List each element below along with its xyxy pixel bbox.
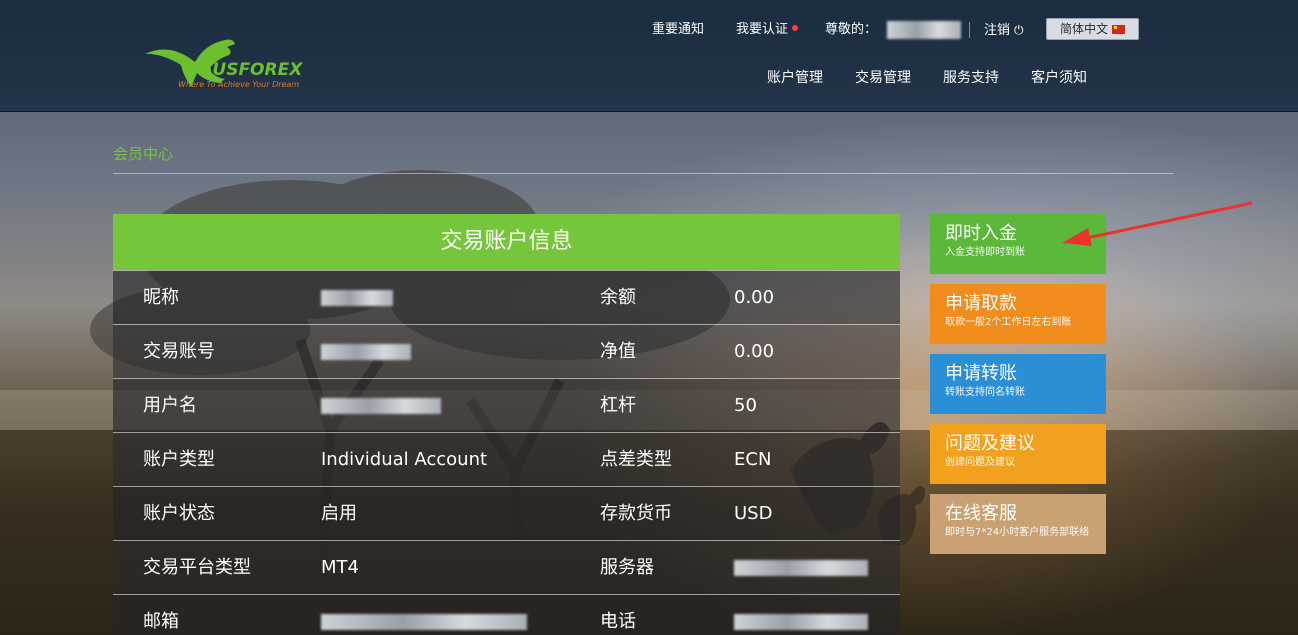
table-row: 昵称 余额 0.00 <box>113 270 900 324</box>
account-info-table: 昵称 余额 0.00 交易账号 净值 0.00 用户名 杠杆 50 账户类型 I… <box>113 270 900 635</box>
button-title: 申请取款 <box>945 293 1017 314</box>
button-title: 问题及建议 <box>945 433 1035 454</box>
row-value-redacted <box>321 325 411 378</box>
row-label: 昵称 <box>143 287 179 308</box>
row-label: 点差类型 <box>600 449 672 470</box>
logo-slogan: Where To Achieve Your Dream <box>178 80 300 89</box>
row-value-redacted <box>321 271 393 324</box>
row-value: 50 <box>734 395 757 416</box>
account-info-panel: 交易账户信息 昵称 余额 0.00 交易账号 净值 0.00 用户名 杠杆 50… <box>113 214 900 635</box>
table-row: 邮箱 电话 <box>113 594 900 635</box>
row-value: 启用 <box>321 503 357 524</box>
greeting: 尊敬的： <box>825 19 962 41</box>
notification-dot-icon <box>792 25 799 31</box>
row-value: USD <box>734 503 773 524</box>
row-label: 净值 <box>600 341 636 362</box>
annotation-arrow-icon <box>1062 201 1253 246</box>
row-label: 交易平台类型 <box>143 557 251 578</box>
row-label: 电话 <box>600 611 636 632</box>
row-label: 杠杆 <box>600 395 636 416</box>
feedback-button[interactable]: 问题及建议 创建问题及建议 <box>930 424 1106 484</box>
breadcrumb[interactable]: 会员中心 <box>113 143 173 164</box>
row-label: 邮箱 <box>143 611 179 632</box>
row-label: 用户名 <box>143 395 197 416</box>
table-row: 交易平台类型 MT4 服务器 <box>113 540 900 594</box>
nav-customer-notice[interactable]: 客户须知 <box>1031 67 1087 89</box>
notice-link[interactable]: 重要通知 <box>652 19 704 41</box>
table-row: 用户名 杠杆 50 <box>113 378 900 432</box>
table-row: 账户状态 启用 存款货币 USD <box>113 486 900 540</box>
china-flag-icon <box>1112 25 1125 34</box>
breadcrumb-divider <box>113 173 1173 174</box>
logo-wordmark: AUSFOREX <box>200 60 303 80</box>
logout-label: 注销 <box>984 23 1011 38</box>
nav-trade-management[interactable]: 交易管理 <box>855 67 911 89</box>
row-label: 存款货币 <box>600 503 672 524</box>
row-value-redacted <box>734 541 868 594</box>
button-subtitle: 转账支持同名转账 <box>945 387 1025 398</box>
verify-link[interactable]: 我要认证 <box>736 19 799 41</box>
logout-link[interactable]: 注销 ⏻ <box>984 19 1024 41</box>
row-value: 0.00 <box>734 341 775 362</box>
language-selector[interactable]: 简体中文 <box>1046 18 1139 40</box>
table-row: 账户类型 Individual Account 点差类型 ECN <box>113 432 900 486</box>
row-value-redacted <box>321 379 441 432</box>
nav-service-support[interactable]: 服务支持 <box>943 67 999 89</box>
greeting-label: 尊敬的： <box>825 22 878 37</box>
panel-title: 交易账户信息 <box>113 214 900 270</box>
row-value: 0.00 <box>734 287 775 308</box>
button-subtitle: 取款一般2个工作日左右到账 <box>945 317 1072 328</box>
row-value: Individual Account <box>321 449 488 470</box>
divider <box>969 22 970 38</box>
online-support-button[interactable]: 在线客服 即时与7*24小时客户服务部联络 <box>930 494 1106 554</box>
transfer-button[interactable]: 申请转账 转账支持同名转账 <box>930 354 1106 414</box>
row-label: 余额 <box>600 287 636 308</box>
language-label: 简体中文 <box>1059 22 1108 36</box>
table-row: 交易账号 净值 0.00 <box>113 324 900 378</box>
row-label: 账户状态 <box>143 503 215 524</box>
button-title: 在线客服 <box>945 503 1017 524</box>
power-icon: ⏻ <box>1014 23 1024 37</box>
row-value: MT4 <box>321 557 359 578</box>
top-header: AUSFOREX Where To Achieve Your Dream 重要通… <box>0 0 1298 112</box>
username-redacted <box>887 20 962 39</box>
row-value: ECN <box>734 449 772 470</box>
row-label: 账户类型 <box>143 449 215 470</box>
withdraw-button[interactable]: 申请取款 取款一般2个工作日左右到账 <box>930 284 1106 344</box>
row-label: 交易账号 <box>143 341 215 362</box>
row-value-redacted <box>734 595 868 635</box>
verify-label: 我要认证 <box>736 22 789 37</box>
row-label: 服务器 <box>600 557 654 578</box>
row-value-redacted <box>321 595 527 635</box>
button-subtitle: 创建问题及建议 <box>945 457 1015 468</box>
nav-account-management[interactable]: 账户管理 <box>767 67 823 89</box>
button-title: 申请转账 <box>945 363 1017 384</box>
button-subtitle: 即时与7*24小时客户服务部联络 <box>945 527 1090 538</box>
